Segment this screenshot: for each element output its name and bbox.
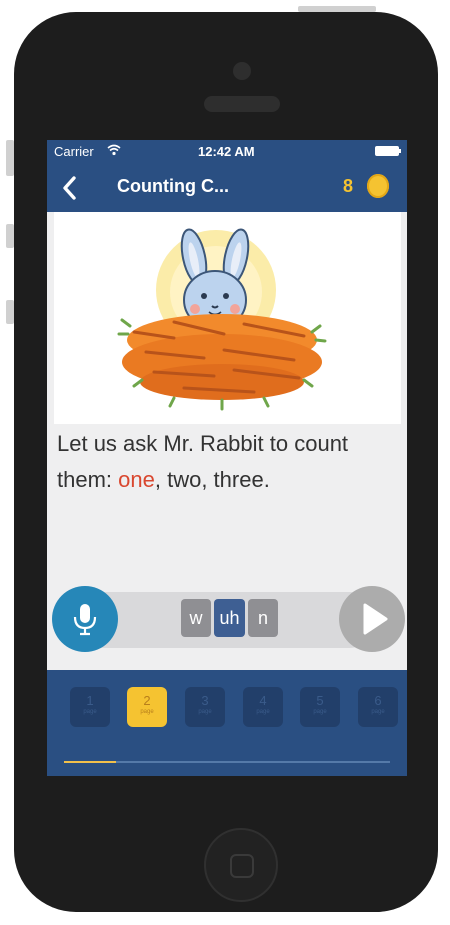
page-navigator: 1 page 2 page 3 page 4 page 5 page 6 page — [47, 670, 407, 776]
page-caption: page — [371, 709, 385, 715]
record-button[interactable] — [52, 586, 118, 652]
page-tile-2[interactable]: 2 page — [127, 687, 167, 727]
battery-icon — [375, 146, 399, 156]
page-number: 5 — [316, 693, 324, 708]
microphone-icon — [73, 604, 97, 636]
front-camera — [233, 62, 251, 80]
back-button[interactable] — [55, 170, 85, 206]
status-bar: Carrier 12:42 AM — [47, 140, 407, 164]
clock: 12:42 AM — [198, 144, 255, 159]
coin-count: 8 — [343, 176, 354, 196]
play-button[interactable] — [339, 586, 405, 652]
chevron-left-icon — [63, 176, 76, 200]
power-button — [298, 6, 376, 12]
page-tile-1[interactable]: 1 page — [70, 687, 110, 727]
story-text: Let us ask Mr. Rabbit to count them: one… — [57, 426, 397, 498]
wifi-icon — [107, 144, 121, 159]
carrot-pile-illustration — [117, 314, 327, 411]
page-tile-6[interactable]: 6 page — [358, 687, 398, 727]
nav-bar: Counting C... 8 — [47, 164, 407, 212]
earpiece-speaker — [204, 96, 280, 112]
coin-icon — [367, 174, 389, 198]
page-title: Counting C... — [117, 176, 229, 196]
page-number: 3 — [201, 693, 209, 708]
silent-switch — [6, 140, 14, 176]
page-number: 4 — [259, 693, 267, 708]
page-number: 2 — [143, 693, 151, 708]
page-tile-3[interactable]: 3 page — [185, 687, 225, 727]
volume-down-button — [6, 300, 14, 324]
reading-progress-track — [64, 761, 390, 763]
story-illustration — [54, 212, 401, 424]
home-button[interactable] — [204, 828, 278, 902]
volume-up-button — [6, 224, 14, 248]
highlighted-word: one — [118, 467, 155, 492]
battery-tip — [399, 149, 401, 153]
phoneme-chip-w[interactable]: w — [181, 599, 211, 637]
page-number: 6 — [374, 693, 382, 708]
phoneme-chip-n[interactable]: n — [248, 599, 278, 637]
page-caption: page — [256, 709, 270, 715]
phoneme-chip-uh[interactable]: uh — [214, 599, 245, 637]
reading-progress-fill — [64, 761, 117, 763]
page-caption: page — [140, 709, 154, 715]
app-screen: Carrier 12:42 AM Counting C... 8 Let us … — [47, 140, 407, 776]
page-tile-5[interactable]: 5 page — [300, 687, 340, 727]
page-caption: page — [198, 709, 212, 715]
story-text-after: , two, three. — [154, 467, 270, 492]
play-icon — [363, 603, 388, 635]
carrier-label: Carrier — [54, 144, 94, 159]
page-caption: page — [313, 709, 327, 715]
page-caption: page — [83, 709, 97, 715]
page-number: 1 — [86, 693, 94, 708]
page-tile-4[interactable]: 4 page — [243, 687, 283, 727]
